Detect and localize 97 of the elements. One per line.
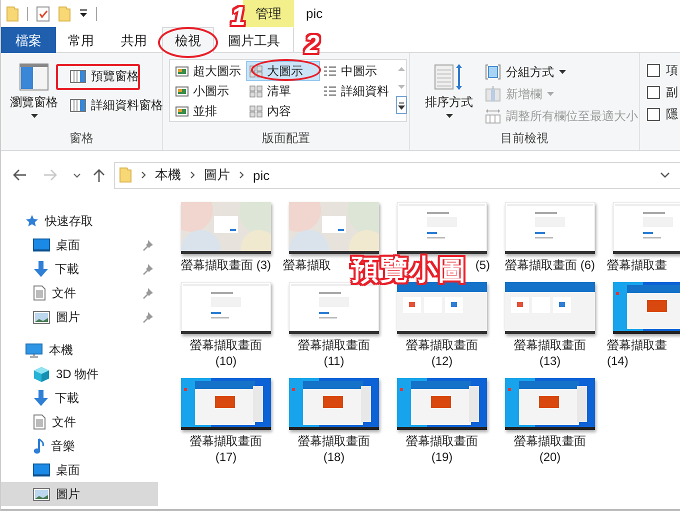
view-icon [323,84,337,98]
view-icon [323,64,337,78]
cube-icon [33,366,50,382]
breadcrumb[interactable]: 圖片 [204,166,230,184]
window-title: pic [306,6,323,21]
fit-columns-icon [485,108,502,124]
file-name[interactable]: 螢幕擷取畫面 (17) [190,433,262,465]
sort-button[interactable]: 排序方式 [422,61,476,120]
file-name[interactable]: (5) [475,257,496,273]
file-name[interactable]: 螢幕擷取畫面 (18) [298,433,370,465]
back-icon[interactable] [13,169,27,181]
annotation-label: 預覽小圖 [351,256,467,284]
file-name[interactable]: 螢幕擷取畫面 (3) [181,257,271,273]
breadcrumb[interactable]: 本機 [155,166,181,184]
checkbox[interactable]: 副 [647,84,680,100]
pane-icon [19,63,49,91]
file-name[interactable]: 螢幕擷取畫面 (10) [190,337,262,369]
group-icon [485,64,502,80]
highlight-ellipse [251,59,321,81]
layout-option[interactable]: 超大圖示 [172,61,246,81]
layout-option[interactable]: 詳細資料 [320,81,394,101]
view-icon [175,64,189,78]
document-icon [33,414,46,430]
folder-icon [119,167,132,183]
pictures-icon [33,488,50,500]
download-icon [33,261,49,277]
chevron-right-icon[interactable] [141,171,146,179]
group-label: 版面配置 [261,130,312,147]
details-pane-button[interactable]: 詳細資料窗格 [67,94,166,116]
layout-option[interactable]: 清單 [246,81,320,101]
file-name[interactable]: 螢幕擷取畫面 (13) [514,337,586,369]
music-note-icon [33,438,45,454]
chevron-down-icon[interactable] [73,172,81,178]
more-icon[interactable] [396,96,407,114]
layout-option[interactable]: 小圖示 [172,81,246,101]
sidebar-item[interactable]: 下載 [1,257,158,281]
file-name[interactable]: 螢幕擷取畫面 (11) [298,337,370,369]
file-name[interactable]: 螢幕擷取畫面 (19) [406,433,478,465]
file-name[interactable]: 螢幕擷取畫面 (6) [505,257,595,273]
checkbox[interactable]: 項 [647,62,680,78]
pane-icon [70,70,86,82]
view-icon [249,64,263,78]
layout-option[interactable]: 內容 [246,101,320,121]
ribbon-tab[interactable]: 常用 [56,27,106,53]
sidebar-item[interactable]: 文件 [1,281,158,305]
chevron-right-icon[interactable] [190,171,195,179]
sort-icon [434,63,464,91]
file-name[interactable]: 螢幕擷取畫面 (12) [406,337,478,369]
dropdown-icon[interactable] [79,9,88,18]
ribbon-tab[interactable]: 共用 [106,27,162,53]
layout-option[interactable]: 並排 [172,101,246,121]
file-name[interactable]: 螢幕擷取畫面 (20) [514,433,586,465]
view-icon [175,104,189,118]
view-icon [249,104,263,118]
breadcrumb[interactable]: pic [253,168,270,182]
navigation-pane-button[interactable]: 瀏覽窗格 [7,61,61,120]
star-icon [25,214,39,228]
ribbon-tab[interactable]: 檢視 [162,27,214,53]
preview-pane-button[interactable]: 預覽窗格 [67,65,166,87]
pane-icon [70,98,86,112]
desktop-icon [33,238,50,252]
sidebar-item[interactable]: 快速存取 [1,209,158,233]
group-label: 窗格 [68,130,94,147]
sidebar-item[interactable]: 下載 [1,386,158,410]
chevron-right-icon[interactable] [239,171,244,179]
sidebar-item[interactable]: 3D 物件 [1,362,158,386]
file-name[interactable]: 螢幕擷取畫 (14) [604,337,667,369]
up-icon[interactable] [93,168,105,182]
highlight-ellipse [158,27,218,58]
checkbox[interactable]: 隱 [647,106,680,122]
ribbon-tab[interactable]: 檔案 [1,27,56,53]
pictures-icon [33,310,50,324]
monitor-icon [25,342,43,358]
add-column-icon [485,86,502,102]
caret-icon [446,114,453,118]
sidebar-item[interactable]: 圖片 [1,305,158,329]
sidebar-item[interactable]: 文件 [1,410,158,434]
annotation-label: 2 [305,31,320,57]
sidebar-item[interactable]: 音樂 [1,434,158,458]
chevron-down-icon[interactable] [660,172,670,178]
address-bar[interactable]: 本機 圖片 pic [114,162,680,188]
group-label: 目前檢視 [500,130,550,147]
view-icon [175,84,189,98]
document-icon [33,285,46,301]
download-icon [33,390,49,406]
sidebar-item[interactable]: 圖片 [1,482,158,506]
view-command[interactable]: 分組方式 [482,61,642,83]
file-name[interactable]: 螢幕擷取畫 [604,257,667,273]
caret-icon [30,114,38,118]
layout-option[interactable]: 中圖示 [320,61,394,81]
view-icon [249,84,263,98]
sidebar-item[interactable]: 本機 [1,338,158,362]
sidebar-item[interactable]: 桌面 [1,458,158,482]
sidebar-item[interactable]: 桌面 [1,233,158,257]
file-name[interactable]: 螢幕擷取 [280,257,331,273]
checklist-icon[interactable] [36,6,50,22]
desktop-icon [33,463,50,477]
